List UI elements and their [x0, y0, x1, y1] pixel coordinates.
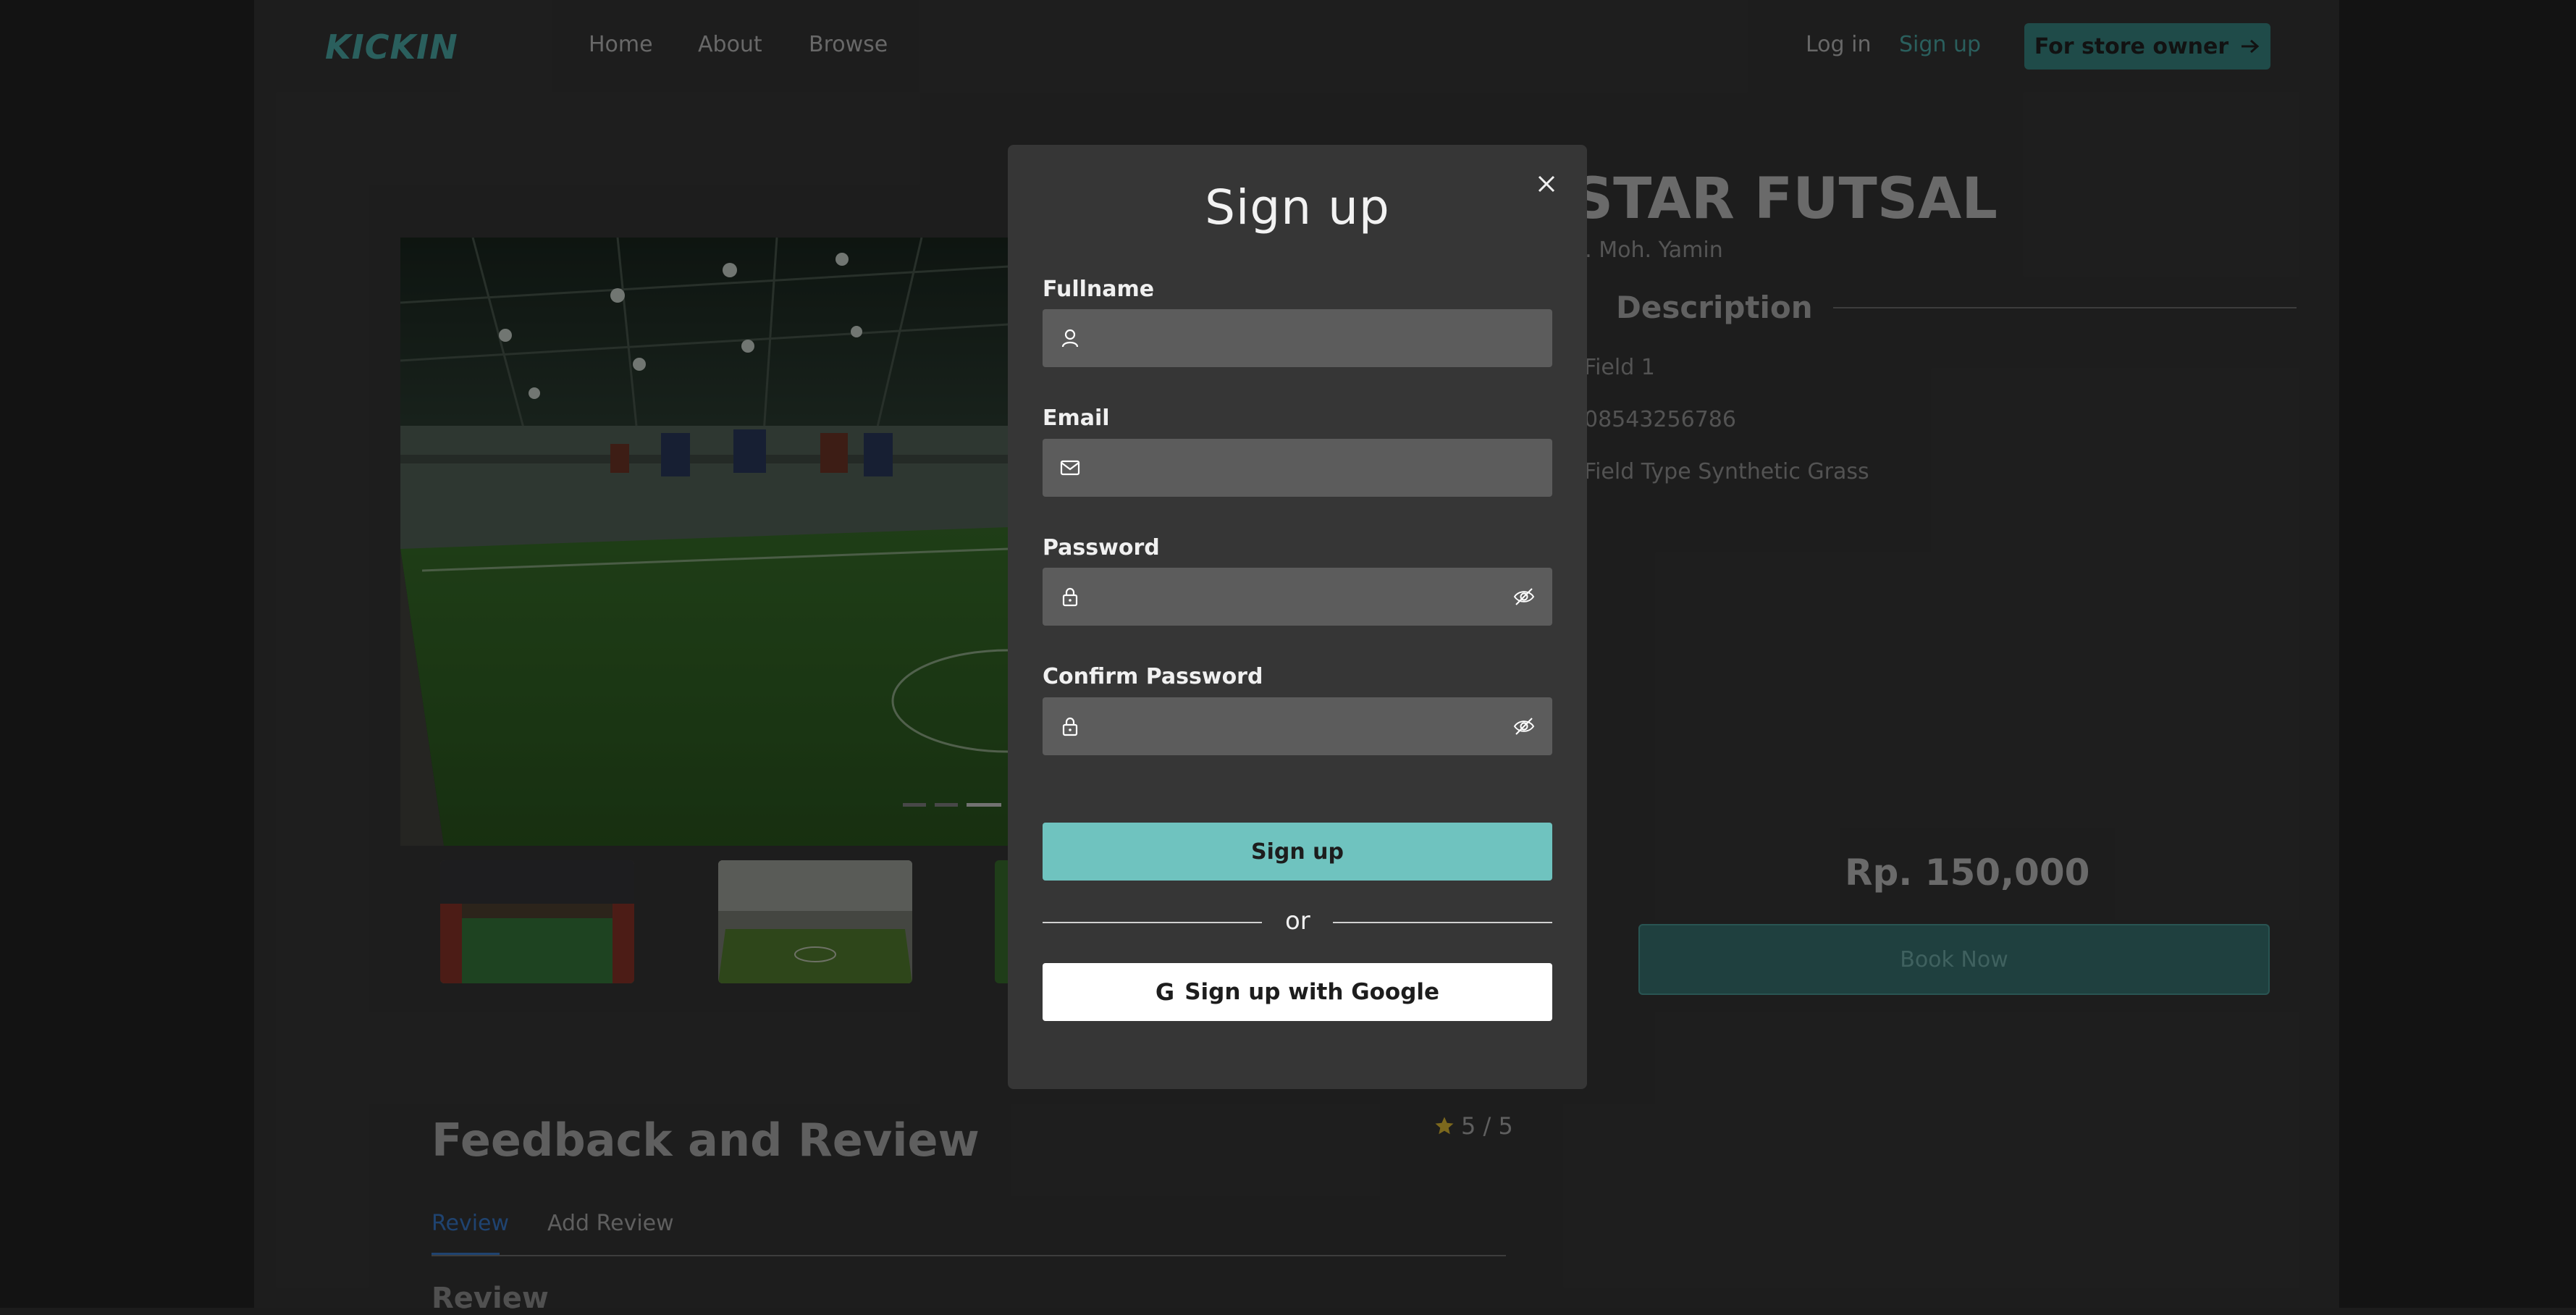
email-field[interactable]: [1043, 439, 1552, 498]
email-label: Email: [1043, 406, 1110, 431]
close-icon[interactable]: [1533, 171, 1560, 197]
signup-submit-button[interactable]: Sign up: [1043, 823, 1552, 881]
password-label: Password: [1043, 535, 1160, 560]
password-input[interactable]: [1093, 568, 1502, 627]
or-text: or: [1285, 907, 1310, 936]
password-field[interactable]: [1043, 568, 1552, 627]
confirm-password-field[interactable]: [1043, 697, 1552, 757]
eye-off-icon[interactable]: [1513, 587, 1535, 607]
fullname-field[interactable]: [1043, 309, 1552, 369]
confirm-password-input[interactable]: [1093, 697, 1502, 757]
mail-icon: [1060, 460, 1080, 476]
fullname-label: Fullname: [1043, 277, 1155, 302]
confirm-password-label: Confirm Password: [1043, 664, 1263, 689]
lock-icon: [1062, 587, 1078, 607]
google-icon: G: [1155, 978, 1175, 1006]
eye-off-icon[interactable]: [1513, 716, 1535, 736]
or-divider-left: [1043, 922, 1262, 923]
lock-icon: [1062, 717, 1078, 736]
email-input[interactable]: [1093, 439, 1502, 498]
or-divider-right: [1333, 922, 1552, 923]
google-signup-label: Sign up with Google: [1184, 979, 1440, 1005]
user-icon: [1061, 329, 1079, 348]
modal-title: Sign up: [1205, 180, 1390, 235]
google-signup-button[interactable]: G Sign up with Google: [1043, 963, 1552, 1021]
fullname-input[interactable]: [1093, 309, 1502, 369]
